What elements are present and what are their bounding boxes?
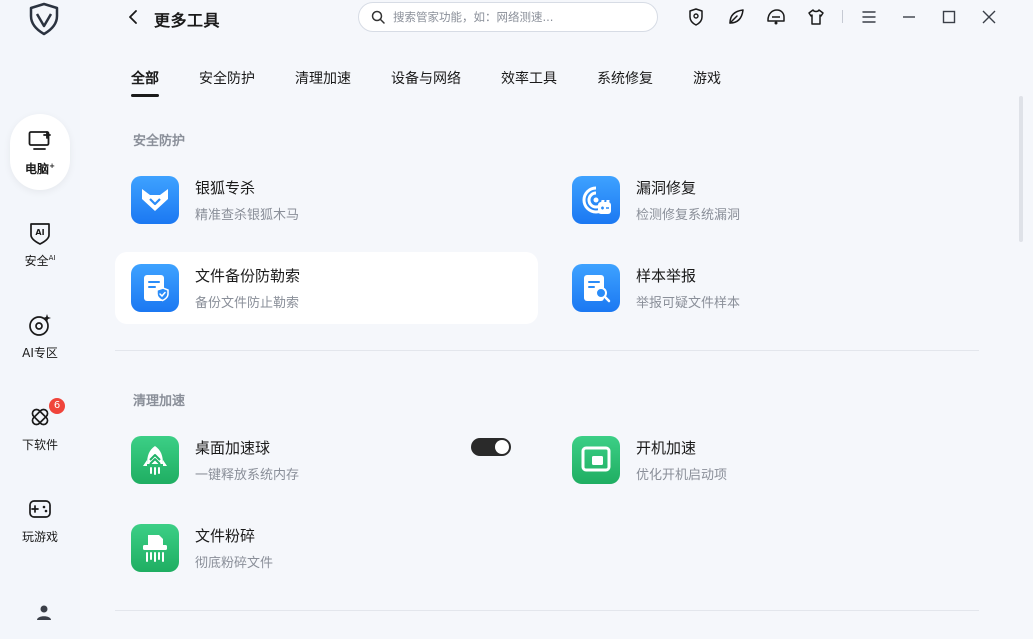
tool-name: 漏洞修复 [636, 179, 697, 197]
tool-name: 开机加速 [636, 439, 697, 457]
tab-system-repair[interactable]: 系统修复 [597, 68, 653, 88]
desktop-booster-toggle[interactable] [471, 438, 511, 456]
section-title-security: 安全防护 [133, 134, 186, 149]
sidebar-item-label: 玩游戏 [21, 529, 58, 544]
tool-name: 样本举报 [636, 267, 697, 285]
tool-card-desktop-booster[interactable]: 桌面加速球 一键释放系统内存 [115, 424, 538, 496]
tool-card-file-shredder[interactable]: 文件粉碎 彻底粉碎文件 [115, 512, 538, 584]
leaf-icon[interactable] [726, 7, 746, 27]
sidebar-item-security[interactable]: AI 安全AI [10, 206, 70, 282]
tool-name: 文件粉碎 [195, 527, 256, 545]
notification-badge: 6 [49, 397, 65, 414]
tool-desc: 检测修复系统漏洞 [636, 208, 741, 223]
tool-card-file-backup[interactable]: 文件备份防勒索 备份文件防止勒索 [115, 252, 538, 324]
tool-card-startup-boost[interactable]: 开机加速 优化开机启动项 [556, 424, 979, 496]
document-shield-icon [131, 264, 179, 312]
back-button[interactable] [123, 7, 143, 27]
sidebar-item-label: AI专区 [22, 345, 58, 360]
page-title: 更多工具 [154, 11, 221, 30]
vertical-scrollbar[interactable] [1019, 96, 1023, 242]
svg-text:AI: AI [35, 228, 44, 237]
tool-desc: 举报可疑文件样本 [636, 296, 741, 311]
section-title-cleanup: 清理加速 [133, 394, 186, 409]
tool-desc: 一键释放系统内存 [195, 468, 300, 483]
sidebar: 电脑+ AI 安全AI AI专区 6 下软件 玩游戏 [0, 0, 80, 639]
tool-name: 文件备份防勒索 [195, 267, 301, 285]
toggle-knob [495, 440, 509, 454]
sidebar-item-label: 下软件 [21, 437, 58, 452]
chevron-left-icon [129, 10, 137, 24]
tab-device-network[interactable]: 设备与网络 [391, 68, 461, 88]
shredder-icon [131, 524, 179, 572]
menu-icon[interactable] [859, 7, 879, 27]
section-divider [115, 350, 979, 351]
tool-desc: 优化开机启动项 [636, 468, 728, 483]
toolbar-divider [842, 10, 843, 23]
ai-sparkle-icon [27, 312, 53, 338]
startup-window-icon [572, 436, 620, 484]
sidebar-item-software[interactable]: 6 下软件 [10, 390, 70, 466]
user-avatar-icon[interactable] [31, 599, 57, 625]
rocket-icon [131, 436, 179, 484]
tool-card-silver-fox-killer[interactable]: 银狐专杀 精准查杀银狐木马 [115, 164, 538, 236]
tool-card-sample-report[interactable]: 样本举报 举报可疑文件样本 [556, 252, 979, 324]
close-icon[interactable] [979, 7, 999, 27]
tab-productivity[interactable]: 效率工具 [501, 68, 557, 88]
tool-name: 银狐专杀 [195, 179, 256, 197]
tool-desc: 备份文件防止勒索 [195, 296, 300, 311]
search-icon [371, 10, 385, 24]
tool-desc: 精准查杀银狐木马 [195, 208, 300, 223]
tool-desc: 彻底粉碎文件 [195, 556, 274, 571]
tshirt-skin-icon[interactable] [806, 7, 826, 27]
radar-patch-icon [572, 176, 620, 224]
sidebar-item-ai-zone[interactable]: AI专区 [10, 298, 70, 374]
tab-active-indicator [131, 94, 159, 97]
minimize-icon[interactable] [899, 7, 919, 27]
tab-games[interactable]: 游戏 [693, 68, 721, 88]
tool-name: 桌面加速球 [195, 439, 271, 457]
app-logo-icon[interactable] [26, 2, 62, 38]
document-search-icon [572, 264, 620, 312]
tab-all[interactable]: 全部 [131, 68, 159, 88]
tool-card-vulnerability-fix[interactable]: 漏洞修复 检测修复系统漏洞 [556, 164, 979, 236]
monitor-plus-icon [27, 128, 53, 154]
sidebar-item-label: 安全 [24, 253, 49, 268]
sidebar-item-computer[interactable]: 电脑+ [10, 114, 70, 190]
search-box[interactable] [358, 2, 658, 32]
gamepad-icon [27, 496, 53, 522]
tab-security[interactable]: 安全防护 [199, 68, 255, 88]
helmet-icon[interactable] [766, 7, 786, 27]
section-divider [115, 610, 979, 611]
software-icon: 6 [27, 397, 65, 430]
fox-icon [131, 176, 179, 224]
sidebar-item-games[interactable]: 玩游戏 [10, 482, 70, 558]
tab-cleanup[interactable]: 清理加速 [295, 68, 351, 88]
ai-shield-icon: AI [27, 220, 53, 246]
shield-toolbar-icon[interactable] [686, 7, 706, 27]
sidebar-item-label: 电脑 [25, 161, 50, 176]
maximize-icon[interactable] [939, 7, 959, 27]
search-input[interactable] [393, 10, 653, 24]
